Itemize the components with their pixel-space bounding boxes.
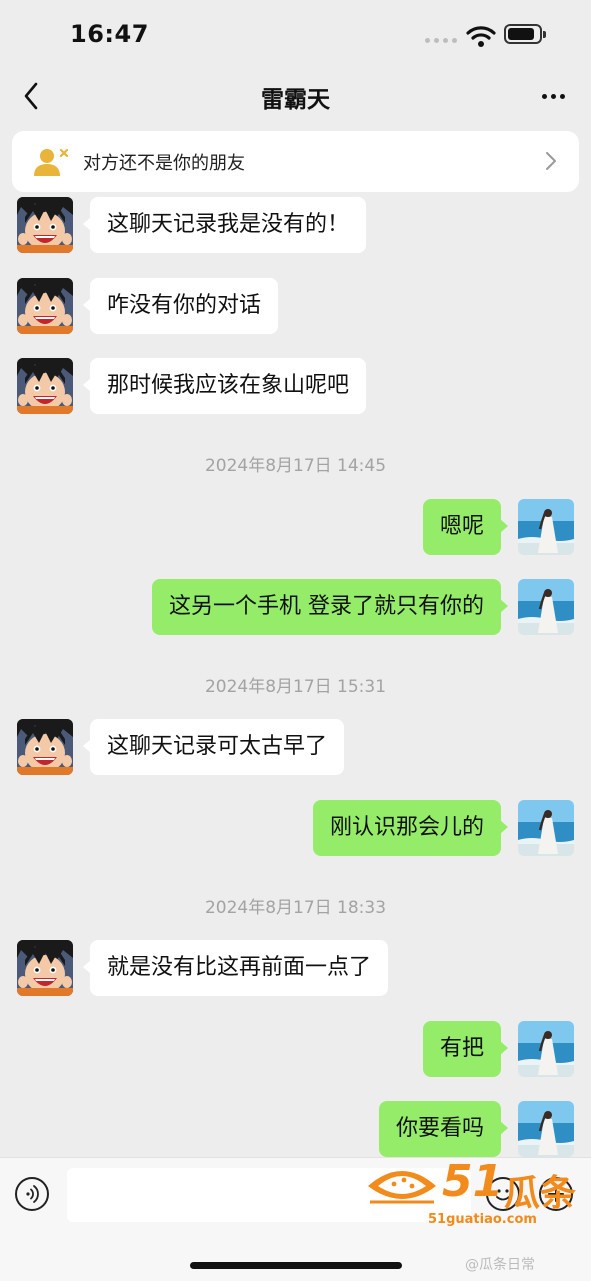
timestamp: 2024年8月17日 15:31 [204,677,387,697]
message-bubble-incoming[interactable]: 咋没有你的对话 [82,278,279,334]
timestamp: 2024年8月17日 14:45 [204,456,387,476]
watermark-number: 51 [442,1156,504,1207]
avatar[interactable] [17,940,73,996]
message-bubble-incoming[interactable]: 那时候我应该在象山呢吧 [82,358,367,414]
watermark-url: 51guatiao.com [428,1212,537,1227]
message-bubble-incoming[interactable]: 这聊天记录可太古早了 [82,719,345,775]
status-time: 16:47 [70,20,149,48]
timestamp: 2024年8月17日 18:33 [204,898,387,918]
more-icon [541,93,547,99]
not-friend-banner[interactable]: 对方还不是你的朋友 [12,131,579,192]
avatar[interactable] [518,1101,574,1157]
battery-level [508,28,534,40]
message-bubble-outgoing[interactable]: 有把 [422,1021,509,1077]
avatar[interactable] [518,1021,574,1077]
message-bubble-outgoing[interactable]: 这另一个手机 登录了就只有你的 [152,579,508,635]
battery-icon [504,24,546,44]
not-friend-text: 对方还不是你的朋友 [83,153,245,174]
watermark-credit: @瓜条日常 [465,1257,535,1273]
avatar[interactable] [518,800,574,856]
watermark-brand: 瓜条 [504,1173,577,1214]
message-row: 有把 [0,1019,591,1079]
chat-title: 雷霸天 [261,87,330,113]
status-bar: 16:47 [0,0,591,68]
message-row: 那时候我应该在象山呢吧 [0,356,591,416]
chat-area[interactable]: 这聊天记录我是没有的！ 咋没有你的对话 那时候我应该在象山呢吧 2024年8月1… [0,195,591,1157]
avatar[interactable] [17,278,73,334]
message-row: 这另一个手机 登录了就只有你的 [0,577,591,637]
avatar[interactable] [518,499,574,555]
home-indicator [190,1262,402,1269]
nav-bar: 雷霸天 [0,68,591,126]
message-bubble-outgoing[interactable]: 嗯呢 [422,499,509,555]
message-bubble-incoming[interactable]: 就是没有比这再前面一点了 [82,940,389,996]
person-x-icon [34,148,68,176]
avatar[interactable] [17,358,73,414]
avatar[interactable] [17,719,73,775]
message-row: 你要看吗 [0,1099,591,1157]
message-row: 这聊天记录可太古早了 [0,717,591,777]
chevron-right-icon [546,152,556,170]
message-row: 这聊天记录我是没有的！ [0,195,591,255]
message-row: 嗯呢 [0,497,591,557]
avatar[interactable] [518,579,574,635]
message-bubble-outgoing[interactable]: 你要看吗 [378,1101,509,1157]
avatar[interactable] [17,197,73,253]
watermelon-logo-icon [368,1171,436,1204]
message-row: 就是没有比这再前面一点了 [0,938,591,998]
message-row: 咋没有你的对话 [0,276,591,336]
wifi-icon [466,26,496,47]
more-button[interactable] [536,82,570,110]
message-row: 刚认识那会儿的 [0,798,591,858]
signal-icon [425,38,457,43]
voice-button[interactable] [15,1177,49,1211]
message-bubble-outgoing[interactable]: 刚认识那会儿的 [312,800,509,856]
voice-icon [26,1185,39,1203]
watermark-logo: 51 瓜条 51guatiao.com [364,1156,577,1232]
message-bubble-incoming[interactable]: 这聊天记录我是没有的！ [82,197,367,253]
